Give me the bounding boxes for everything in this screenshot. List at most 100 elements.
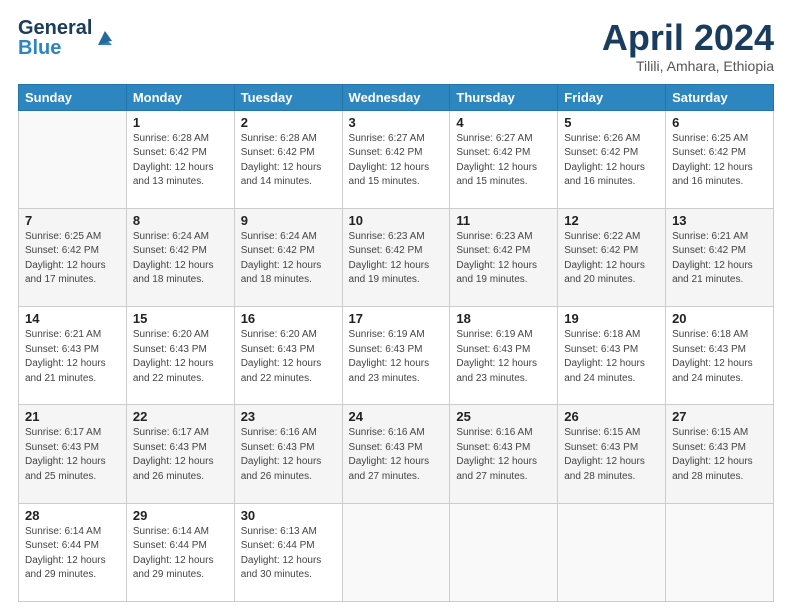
day-info: Sunrise: 6:25 AM Sunset: 6:42 PM Dayligh… <box>672 132 767 190</box>
calendar-week-row: 7 Sunrise: 6:25 AM Sunset: 6:42 PM Daylig… <box>19 208 774 306</box>
calendar-day-cell: 25 Sunrise: 6:16 AM Sunset: 6:43 PM Dayli… <box>450 405 558 503</box>
calendar-day-cell: 8Sunrise: 6:24 AM Sunset: 6:42 PM Daylig… <box>126 208 234 306</box>
weekday-header: Wednesday <box>342 84 450 110</box>
calendar-day-cell: 26Sunrise: 6:15 AM Sunset: 6:43 PM Dayli… <box>558 405 666 503</box>
day-info: Sunrise: 6:13 AM Sunset: 6:44 PM Dayligh… <box>241 525 336 583</box>
day-number: 8 <box>133 213 228 228</box>
calendar-day-cell: 15 Sunrise: 6:20 AM Sunset: 6:43 PM Dayli… <box>126 307 234 405</box>
day-info: Sunrise: 6:21 AM Sunset: 6:43 PM Dayligh… <box>25 328 120 386</box>
day-number: 23 <box>241 409 336 424</box>
day-info: Sunrise: 6:14 AM Sunset: 6:44 PM Dayligh… <box>133 525 228 583</box>
weekday-header: Sunday <box>19 84 127 110</box>
weekday-header: Tuesday <box>234 84 342 110</box>
day-number: 15 <box>133 311 228 326</box>
calendar-week-row: 1Sunrise: 6:28 AM Sunset: 6:42 PM Daylig… <box>19 110 774 208</box>
day-info: Sunrise: 6:25 AM Sunset: 6:42 PM Dayligh… <box>25 230 120 288</box>
day-number: 10 <box>349 213 444 228</box>
calendar-day-cell: 4 Sunrise: 6:27 AM Sunset: 6:42 PM Daylig… <box>450 110 558 208</box>
day-number: 9 <box>241 213 336 228</box>
day-info: Sunrise: 6:26 AM Sunset: 6:42 PM Dayligh… <box>564 132 659 190</box>
day-info: Sunrise: 6:15 AM Sunset: 6:43 PM Dayligh… <box>564 426 659 484</box>
day-number: 16 <box>241 311 336 326</box>
calendar-day-cell <box>19 110 127 208</box>
day-number: 4 <box>456 115 551 130</box>
calendar-header-row: SundayMondayTuesdayWednesdayThursdayFrid… <box>19 84 774 110</box>
location-subtitle: Tilili, Amhara, Ethiopia <box>602 58 774 74</box>
day-info: Sunrise: 6:23 AM Sunset: 6:42 PM Dayligh… <box>456 230 551 288</box>
day-number: 6 <box>672 115 767 130</box>
day-info: Sunrise: 6:16 AM Sunset: 6:43 PM Dayligh… <box>456 426 551 484</box>
day-number: 20 <box>672 311 767 326</box>
day-number: 17 <box>349 311 444 326</box>
weekday-header: Saturday <box>666 84 774 110</box>
day-info: Sunrise: 6:19 AM Sunset: 6:43 PM Dayligh… <box>349 328 444 386</box>
day-number: 13 <box>672 213 767 228</box>
calendar-table: SundayMondayTuesdayWednesdayThursdayFrid… <box>18 84 774 602</box>
day-number: 18 <box>456 311 551 326</box>
calendar-day-cell: 23Sunrise: 6:16 AM Sunset: 6:43 PM Dayli… <box>234 405 342 503</box>
day-info: Sunrise: 6:18 AM Sunset: 6:43 PM Dayligh… <box>672 328 767 386</box>
day-number: 14 <box>25 311 120 326</box>
day-number: 29 <box>133 508 228 523</box>
weekday-header: Monday <box>126 84 234 110</box>
calendar-day-cell: 1Sunrise: 6:28 AM Sunset: 6:42 PM Daylig… <box>126 110 234 208</box>
calendar-day-cell: 29 Sunrise: 6:14 AM Sunset: 6:44 PM Dayli… <box>126 503 234 601</box>
logo: General Blue <box>18 18 116 58</box>
calendar-day-cell: 9 Sunrise: 6:24 AM Sunset: 6:42 PM Daylig… <box>234 208 342 306</box>
calendar-day-cell: 10 Sunrise: 6:23 AM Sunset: 6:42 PM Dayli… <box>342 208 450 306</box>
calendar-day-cell: 7 Sunrise: 6:25 AM Sunset: 6:42 PM Daylig… <box>19 208 127 306</box>
day-info: Sunrise: 6:28 AM Sunset: 6:42 PM Dayligh… <box>241 132 336 190</box>
day-info: Sunrise: 6:24 AM Sunset: 6:42 PM Dayligh… <box>241 230 336 288</box>
calendar-day-cell: 24Sunrise: 6:16 AM Sunset: 6:43 PM Dayli… <box>342 405 450 503</box>
calendar-day-cell: 21Sunrise: 6:17 AM Sunset: 6:43 PM Dayli… <box>19 405 127 503</box>
day-number: 25 <box>456 409 551 424</box>
day-number: 3 <box>349 115 444 130</box>
day-info: Sunrise: 6:14 AM Sunset: 6:44 PM Dayligh… <box>25 525 120 583</box>
calendar-day-cell: 20 Sunrise: 6:18 AM Sunset: 6:43 PM Dayli… <box>666 307 774 405</box>
weekday-header: Friday <box>558 84 666 110</box>
calendar-week-row: 28 Sunrise: 6:14 AM Sunset: 6:44 PM Dayli… <box>19 503 774 601</box>
day-info: Sunrise: 6:23 AM Sunset: 6:42 PM Dayligh… <box>349 230 444 288</box>
day-info: Sunrise: 6:22 AM Sunset: 6:42 PM Dayligh… <box>564 230 659 288</box>
month-title: April 2024 <box>602 18 774 58</box>
calendar-day-cell: 13 Sunrise: 6:21 AM Sunset: 6:42 PM Dayli… <box>666 208 774 306</box>
day-number: 22 <box>133 409 228 424</box>
calendar-day-cell: 16 Sunrise: 6:20 AM Sunset: 6:43 PM Dayli… <box>234 307 342 405</box>
day-info: Sunrise: 6:18 AM Sunset: 6:43 PM Dayligh… <box>564 328 659 386</box>
day-number: 19 <box>564 311 659 326</box>
header: General Blue April 2024 Tilili, Amhara, … <box>18 18 774 74</box>
calendar-day-cell: 11 Sunrise: 6:23 AM Sunset: 6:42 PM Dayli… <box>450 208 558 306</box>
calendar-day-cell: 14 Sunrise: 6:21 AM Sunset: 6:43 PM Dayli… <box>19 307 127 405</box>
calendar-day-cell <box>342 503 450 601</box>
day-info: Sunrise: 6:20 AM Sunset: 6:43 PM Dayligh… <box>241 328 336 386</box>
weekday-header: Thursday <box>450 84 558 110</box>
calendar-week-row: 21Sunrise: 6:17 AM Sunset: 6:43 PM Dayli… <box>19 405 774 503</box>
calendar-day-cell <box>450 503 558 601</box>
day-number: 2 <box>241 115 336 130</box>
day-info: Sunrise: 6:20 AM Sunset: 6:43 PM Dayligh… <box>133 328 228 386</box>
calendar-day-cell <box>558 503 666 601</box>
day-number: 28 <box>25 508 120 523</box>
calendar-day-cell: 6 Sunrise: 6:25 AM Sunset: 6:42 PM Daylig… <box>666 110 774 208</box>
calendar-day-cell: 3 Sunrise: 6:27 AM Sunset: 6:42 PM Daylig… <box>342 110 450 208</box>
page: General Blue April 2024 Tilili, Amhara, … <box>0 0 792 612</box>
day-number: 7 <box>25 213 120 228</box>
calendar-week-row: 14 Sunrise: 6:21 AM Sunset: 6:43 PM Dayli… <box>19 307 774 405</box>
calendar-day-cell: 5 Sunrise: 6:26 AM Sunset: 6:42 PM Daylig… <box>558 110 666 208</box>
day-number: 30 <box>241 508 336 523</box>
day-number: 5 <box>564 115 659 130</box>
day-number: 12 <box>564 213 659 228</box>
day-info: Sunrise: 6:27 AM Sunset: 6:42 PM Dayligh… <box>456 132 551 190</box>
day-info: Sunrise: 6:27 AM Sunset: 6:42 PM Dayligh… <box>349 132 444 190</box>
day-info: Sunrise: 6:17 AM Sunset: 6:43 PM Dayligh… <box>25 426 120 484</box>
calendar-day-cell <box>666 503 774 601</box>
calendar-day-cell: 17 Sunrise: 6:19 AM Sunset: 6:43 PM Dayli… <box>342 307 450 405</box>
logo-icon <box>94 27 116 49</box>
day-info: Sunrise: 6:16 AM Sunset: 6:43 PM Dayligh… <box>349 426 444 484</box>
day-info: Sunrise: 6:21 AM Sunset: 6:42 PM Dayligh… <box>672 230 767 288</box>
title-area: April 2024 Tilili, Amhara, Ethiopia <box>602 18 774 74</box>
day-number: 11 <box>456 213 551 228</box>
day-info: Sunrise: 6:19 AM Sunset: 6:43 PM Dayligh… <box>456 328 551 386</box>
day-info: Sunrise: 6:28 AM Sunset: 6:42 PM Dayligh… <box>133 132 228 190</box>
logo-general: General <box>18 18 92 38</box>
